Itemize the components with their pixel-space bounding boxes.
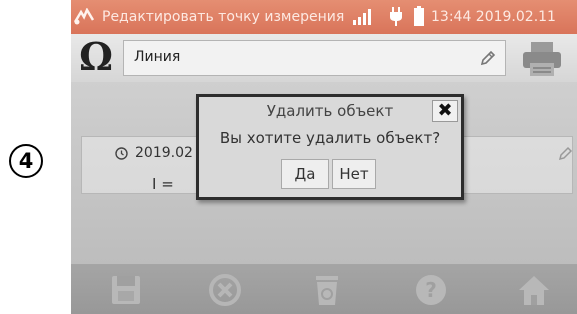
ohm-icon: Ω	[79, 34, 113, 79]
measurement-date: 2019.02	[135, 145, 193, 161]
trash-icon[interactable]	[310, 273, 344, 307]
save-icon[interactable]	[109, 273, 143, 307]
no-button[interactable]: Нет	[332, 159, 376, 189]
close-icon[interactable]: ✖	[432, 100, 458, 122]
step-number-marker: 4	[9, 144, 43, 178]
clock-icon	[115, 147, 128, 160]
dialog-question: Вы хотите удалить объект?	[219, 129, 441, 147]
dialog-title: Удалить объект	[266, 102, 394, 120]
status-bar: Редактировать точку измерения 13:44 2019…	[71, 0, 577, 34]
battery-icon	[414, 6, 424, 26]
clock-datetime: 13:44 2019.02.11	[431, 9, 556, 25]
printer-icon[interactable]	[521, 41, 563, 77]
delete-object-dialog: Удалить объект ✖ Вы хотите удалить объек…	[196, 94, 464, 200]
pencil-icon[interactable]	[479, 49, 497, 67]
home-icon[interactable]	[517, 273, 551, 307]
current-label: I =	[152, 175, 174, 193]
device-screen: Редактировать точку измерения 13:44 2019…	[71, 0, 577, 314]
measurement-app-icon	[73, 8, 95, 25]
object-header: Ω Линия	[71, 34, 577, 82]
svg-text:?: ?	[425, 278, 437, 302]
pencil-icon[interactable]	[558, 145, 574, 161]
content-area: 2019.02 I = Удалить объект ✖ Вы хотите у…	[71, 82, 577, 264]
screen-title: Редактировать точку измерения	[102, 9, 345, 25]
object-name-field[interactable]: Линия	[123, 40, 506, 76]
help-icon[interactable]: ?	[414, 273, 448, 307]
bottom-toolbar: ?	[71, 264, 577, 314]
signal-icon	[353, 9, 371, 25]
yes-button[interactable]: Да	[281, 159, 329, 189]
object-name-value: Линия	[134, 49, 181, 65]
plug-icon	[390, 7, 402, 26]
cancel-icon[interactable]	[208, 273, 242, 307]
